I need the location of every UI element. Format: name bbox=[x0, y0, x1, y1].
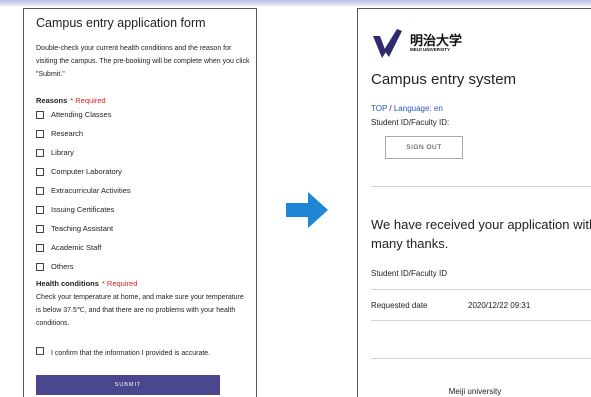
health-instructions: Check your temperature at home, and make… bbox=[36, 294, 244, 327]
divider bbox=[371, 186, 591, 187]
divider bbox=[371, 320, 591, 321]
requested-date-value: 2020/12/22 09:31 bbox=[468, 301, 531, 310]
checkbox[interactable] bbox=[36, 148, 44, 157]
right-arrow-icon bbox=[286, 192, 328, 228]
reason-academic-staff[interactable]: Academic Staff bbox=[36, 243, 101, 252]
checkbox[interactable] bbox=[36, 110, 44, 119]
checkbox[interactable] bbox=[36, 167, 44, 176]
student-id-row-label: Student ID/Faculty ID bbox=[371, 269, 448, 278]
footer-text: Meiji university bbox=[448, 387, 502, 396]
form-intro: Double-check your current health conditi… bbox=[36, 45, 250, 78]
checkbox[interactable] bbox=[36, 347, 44, 355]
submit-button[interactable]: SUBMIT bbox=[36, 375, 220, 395]
reason-label: Computer Laboratory bbox=[51, 167, 122, 176]
form-title: Campus entry application form bbox=[36, 16, 206, 30]
breadcrumb-language-link[interactable]: Language: en bbox=[394, 104, 443, 113]
meiji-university-logo bbox=[373, 29, 402, 58]
breadcrumb-separator: / bbox=[389, 104, 392, 113]
reason-label: Extracurricular Activities bbox=[51, 186, 131, 195]
student-id-label: Student ID/Faculty ID: bbox=[371, 118, 450, 127]
reason-label: Library bbox=[51, 148, 74, 157]
breadcrumb: TOP / Language: en bbox=[371, 104, 443, 113]
health-required: * Required bbox=[101, 279, 138, 288]
checkbox[interactable] bbox=[36, 205, 44, 214]
reasons-heading: Reasons * Required bbox=[36, 96, 106, 105]
reason-label: Teaching Assistant bbox=[51, 224, 114, 233]
checkbox[interactable] bbox=[36, 186, 44, 195]
reason-library[interactable]: Library bbox=[36, 148, 74, 157]
health-heading: Health conditions * Required bbox=[36, 279, 137, 288]
university-name-en: MEIJI UNIVERSITY bbox=[410, 47, 451, 52]
reason-issuing-certificates[interactable]: Issuing Certificates bbox=[36, 205, 114, 214]
reason-label: Attending Classes bbox=[51, 110, 112, 119]
requested-date-label: Requested date bbox=[371, 301, 428, 310]
application-form-panel: Campus entry application form Double-che… bbox=[23, 8, 257, 397]
checkbox[interactable] bbox=[36, 262, 44, 271]
checkbox[interactable] bbox=[36, 129, 44, 138]
reasons-label: Reasons bbox=[36, 96, 68, 105]
reason-computer-laboratory[interactable]: Computer Laboratory bbox=[36, 167, 122, 176]
entry-system-panel: 明治大学 MEIJI UNIVERSITY Campus entry syste… bbox=[357, 8, 591, 397]
health-label: Health conditions bbox=[36, 279, 99, 288]
confirm-label: I confirm that the information I provide… bbox=[51, 350, 211, 357]
reason-attending-classes[interactable]: Attending Classes bbox=[36, 110, 111, 119]
checkbox[interactable] bbox=[36, 243, 44, 252]
reason-label: Others bbox=[51, 262, 74, 271]
divider bbox=[371, 289, 591, 290]
reason-label: Academic Staff bbox=[51, 243, 102, 252]
reasons-required: * Required bbox=[70, 96, 106, 105]
top-decorative-strip bbox=[0, 0, 591, 6]
checkbox[interactable] bbox=[36, 224, 44, 233]
reason-others[interactable]: Others bbox=[36, 262, 74, 271]
reason-label: Issuing Certificates bbox=[51, 205, 115, 214]
confirm-checkbox-row[interactable]: I confirm that the information I provide… bbox=[36, 345, 250, 363]
reason-extracurricular[interactable]: Extracurricular Activities bbox=[36, 186, 131, 195]
reason-research[interactable]: Research bbox=[36, 129, 83, 138]
system-title: Campus entry system bbox=[371, 71, 517, 88]
reason-teaching-assistant[interactable]: Teaching Assistant bbox=[36, 224, 113, 233]
reason-label: Research bbox=[51, 129, 84, 138]
sign-out-button[interactable]: SIGN OUT bbox=[385, 136, 463, 159]
received-message: We have received your application with m… bbox=[371, 217, 591, 251]
divider bbox=[371, 358, 591, 359]
breadcrumb-top-link[interactable]: TOP bbox=[371, 104, 387, 113]
